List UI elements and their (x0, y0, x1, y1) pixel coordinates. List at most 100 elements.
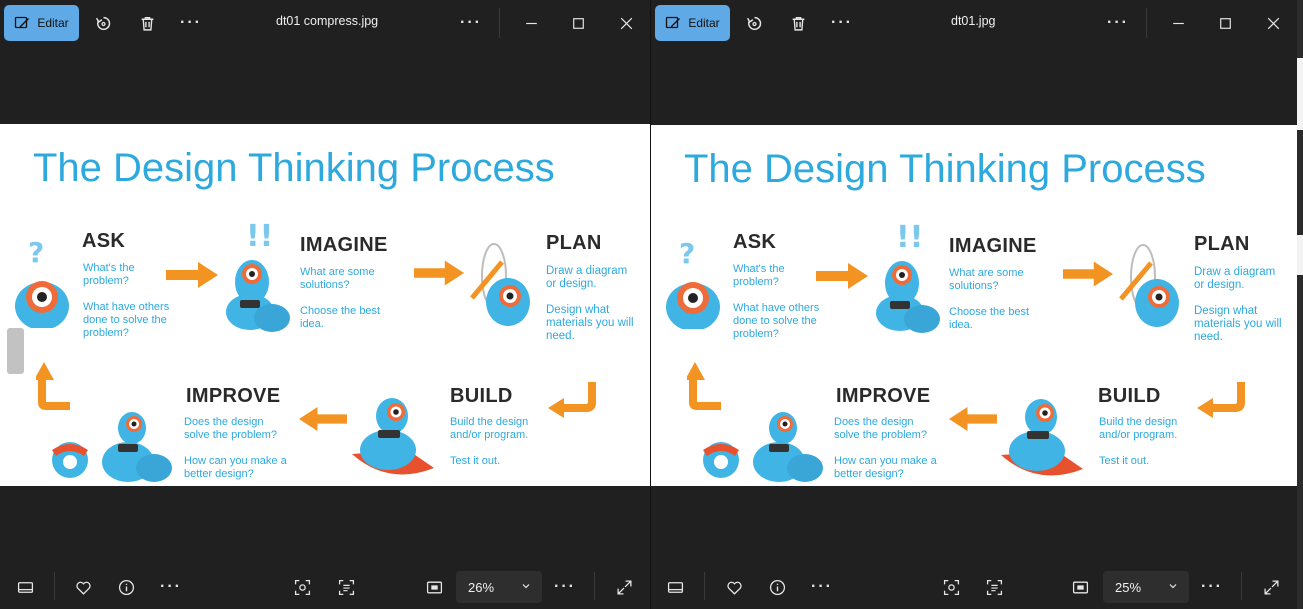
heart-icon (75, 581, 91, 595)
background-window-edge-light (1297, 235, 1303, 275)
design-thinking-image: The Design Thinking Process ? ASK What's… (651, 125, 1297, 486)
step-text-plan: Draw a diagram or design. Design what ma… (1194, 266, 1282, 343)
rotate-button[interactable] (741, 10, 767, 36)
background-window-edge-light (1297, 58, 1303, 130)
minimize-icon (525, 22, 537, 24)
close-button[interactable] (613, 10, 639, 36)
robot-idea-illustration: !! (226, 219, 290, 332)
more-options-button[interactable]: ··· (160, 576, 182, 598)
step-heading-imagine: IMAGINE (949, 235, 1037, 257)
robot-cape-illustration (352, 398, 434, 475)
robot-question-illustration: ? (666, 237, 720, 329)
file-name: dt01 compress.jpg (276, 14, 379, 28)
step-text-imagine: What are some solutions? Choose the best… (949, 267, 1030, 331)
maximize-button[interactable] (1212, 10, 1238, 36)
delete-button[interactable] (785, 10, 811, 36)
trash-icon (141, 16, 153, 31)
face-detect-button[interactable] (940, 576, 962, 598)
zoom-dropdown[interactable]: 26% (456, 571, 542, 603)
title-more-button[interactable]: ··· (1105, 10, 1131, 36)
step-heading-improve: IMPROVE (186, 385, 281, 407)
fit-view-button[interactable] (423, 576, 445, 598)
more-icon: ··· (1107, 14, 1129, 31)
separator (54, 572, 55, 600)
image-canvas[interactable]: The Design Thinking Process ? ASK What's… (651, 46, 1297, 562)
photos-window-right: Editar ··· dt01.jpg ··· The Design Think… (651, 0, 1297, 609)
step-heading-improve: IMPROVE (836, 385, 931, 407)
info-button[interactable] (115, 576, 137, 598)
info-button[interactable] (766, 576, 788, 598)
maximize-button[interactable] (565, 10, 591, 36)
zoom-level: 25% (1115, 579, 1142, 595)
more-options-button[interactable]: ··· (829, 10, 855, 36)
face-detect-button[interactable] (291, 576, 313, 598)
filmstrip-button[interactable] (14, 576, 36, 598)
filmstrip-icon (667, 581, 683, 593)
edit-button[interactable]: Editar (4, 5, 79, 41)
fullscreen-button[interactable] (613, 576, 635, 598)
text-scan-button[interactable] (335, 576, 357, 598)
arrow-curve-left-icon (548, 382, 596, 418)
fit-view-icon (426, 581, 442, 593)
photos-window-left: Editar ··· dt01 compress.jpg ··· The Des… (0, 0, 650, 609)
more-options-button[interactable]: ··· (554, 576, 576, 598)
arrow-right-icon (166, 262, 218, 288)
fit-view-button[interactable] (1069, 576, 1091, 598)
image-title: The Design Thinking Process (684, 147, 1206, 191)
fullscreen-icon (616, 579, 632, 595)
step-heading-ask: ASK (733, 231, 777, 253)
favorite-button[interactable] (723, 576, 745, 598)
previous-image-handle[interactable] (7, 328, 24, 374)
background-window-edge (1297, 0, 1303, 609)
robot-pencil-illustration (1119, 244, 1179, 327)
image-title: The Design Thinking Process (33, 146, 555, 190)
face-detect-icon (294, 579, 310, 595)
rotate-icon (746, 16, 761, 30)
face-detect-icon (943, 579, 959, 595)
svg-text:?: ? (28, 236, 44, 269)
robot-cape-illustration (1001, 399, 1083, 476)
step-text-plan: Draw a diagram or design. Design what ma… (546, 265, 634, 342)
title-more-button[interactable]: ··· (458, 10, 484, 36)
close-button[interactable] (1260, 10, 1286, 36)
chevron-down-icon (522, 584, 530, 589)
filmstrip-button[interactable] (664, 576, 686, 598)
edit-button[interactable]: Editar (655, 5, 730, 41)
minimize-button[interactable] (1165, 10, 1191, 36)
edit-image-icon (15, 16, 30, 29)
separator (594, 572, 595, 600)
text-scan-button[interactable] (983, 576, 1005, 598)
minimize-button[interactable] (518, 10, 544, 36)
separator (704, 572, 705, 600)
robots-improve-illustration (52, 412, 172, 482)
svg-text:!!: !! (246, 219, 273, 254)
robot-pencil-illustration (470, 243, 530, 326)
robot-idea-illustration: !! (876, 220, 940, 333)
close-icon (620, 17, 632, 29)
maximize-icon (572, 17, 584, 29)
info-icon (118, 579, 134, 595)
separator (499, 8, 500, 38)
fullscreen-icon (1263, 579, 1279, 595)
step-heading-imagine: IMAGINE (300, 234, 388, 256)
more-options-button[interactable]: ··· (1201, 576, 1223, 598)
step-text-build: Build the design and/or program. Test it… (450, 416, 529, 467)
zoom-level: 26% (468, 579, 495, 595)
delete-button[interactable] (134, 10, 160, 36)
step-text-imagine: What are some solutions? Choose the best… (300, 266, 381, 330)
bottom-toolbar: ··· 26% ··· (0, 562, 650, 609)
more-icon: ··· (811, 578, 833, 595)
step-text-build: Build the design and/or program. Test it… (1099, 416, 1178, 467)
favorite-button[interactable] (72, 576, 94, 598)
trash-icon (792, 16, 804, 31)
more-options-button[interactable]: ··· (811, 576, 833, 598)
fullscreen-button[interactable] (1260, 576, 1282, 598)
zoom-dropdown[interactable]: 25% (1103, 571, 1189, 603)
more-options-button[interactable]: ··· (178, 10, 204, 36)
step-heading-build: BUILD (450, 385, 513, 407)
image-canvas[interactable]: The Design Thinking Process ? ASK What's… (0, 46, 650, 562)
close-icon (1267, 17, 1279, 29)
step-text-ask: What's the problem? What have others don… (733, 263, 820, 340)
more-icon: ··· (831, 14, 853, 31)
rotate-button[interactable] (90, 10, 116, 36)
